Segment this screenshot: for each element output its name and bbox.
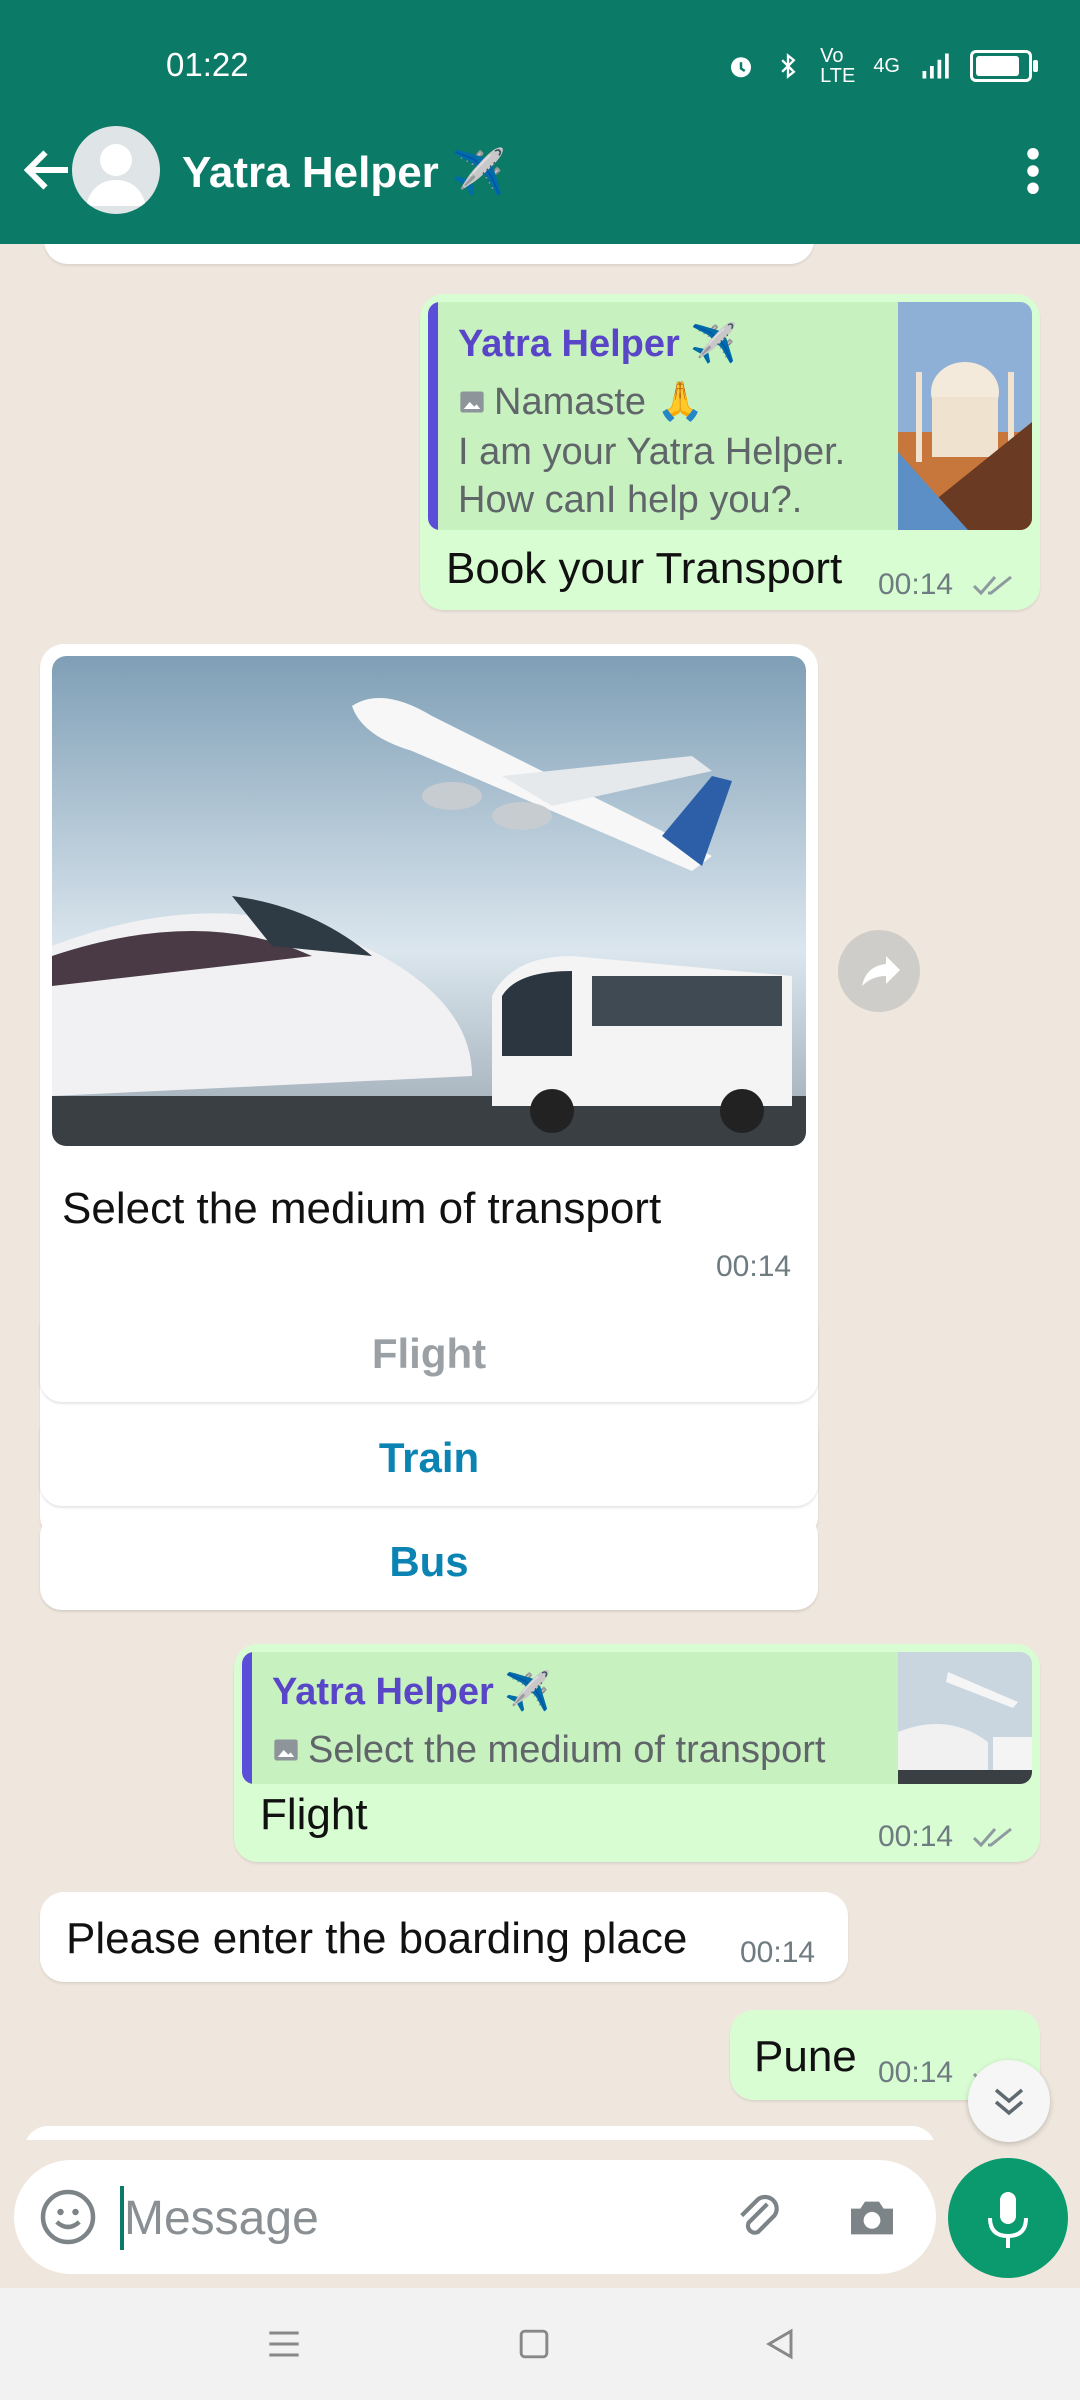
- camera-icon[interactable]: [844, 2190, 900, 2246]
- home-nav-icon[interactable]: [512, 2322, 556, 2366]
- message-text: Please enter the boarding place: [66, 1914, 688, 1963]
- back-nav-icon[interactable]: [758, 2322, 802, 2366]
- transport-thumbnail[interactable]: [898, 1652, 1032, 1784]
- quoted-message[interactable]: Yatra Helper ✈️ Select the medium of tra…: [242, 1652, 1032, 1784]
- double-check-icon: [972, 575, 1012, 596]
- chat-title[interactable]: Yatra Helper ✈️: [182, 146, 506, 198]
- quoted-sender: Yatra Helper ✈️: [458, 323, 738, 365]
- quoted-text: Select the medium of transport: [308, 1729, 826, 1771]
- attach-icon[interactable]: [730, 2190, 786, 2246]
- message-text: Pune: [754, 2032, 857, 2081]
- app-header: 01:22 Vo LTE 4G Yatra Helper ✈️: [0, 0, 1080, 244]
- more-vert-icon[interactable]: [1026, 148, 1040, 194]
- volte-icon: Vo LTE: [820, 45, 856, 87]
- message-composer: [14, 2160, 936, 2274]
- chat-area[interactable]: Yatra Helper ✈️ Namaste 🙏 I am your Yatr…: [0, 244, 1080, 2140]
- message-time: 00:14: [740, 1936, 816, 1969]
- forward-button[interactable]: [838, 930, 920, 1012]
- option-bus-button[interactable]: Bus: [40, 1514, 818, 1610]
- battery-level: [976, 56, 1019, 76]
- system-nav-bar: [0, 2288, 1080, 2400]
- arrow-left-icon[interactable]: [18, 140, 78, 200]
- quote-bar: [428, 302, 438, 530]
- menu-nav-icon[interactable]: [262, 2322, 306, 2366]
- outgoing-message[interactable]: Yatra Helper ✈️ Select the medium of tra…: [234, 1644, 1040, 1862]
- network-type: 4G: [873, 54, 900, 77]
- incoming-message[interactable]: Please enter the boarding place 00:14: [40, 1892, 848, 1982]
- bluetooth-icon: [781, 53, 796, 79]
- alarm-icon: [731, 57, 752, 78]
- taj-mahal-thumbnail[interactable]: [898, 302, 1032, 530]
- option-train-button[interactable]: Train: [40, 1410, 818, 1506]
- mic-icon: [988, 2192, 1028, 2248]
- next-message-bubble: [24, 2126, 936, 2140]
- incoming-image-message[interactable]: Select the medium of transport 00:14: [40, 644, 818, 1540]
- double-check-icon: [972, 1827, 1012, 1848]
- battery-icon: [970, 50, 1038, 82]
- status-time: 01:22: [166, 46, 249, 83]
- message-text: Book your Transport: [446, 544, 843, 593]
- status-icons: Vo LTE 4G: [726, 45, 1038, 87]
- emoji-icon[interactable]: [38, 2187, 98, 2247]
- quote-bar: [242, 1652, 252, 1784]
- image-caption: Select the medium of transport: [62, 1184, 662, 1233]
- quoted-text-line1: Namaste 🙏: [494, 381, 704, 423]
- quoted-message[interactable]: Yatra Helper ✈️ Namaste 🙏 I am your Yatr…: [428, 302, 1032, 530]
- image-icon: [274, 1739, 298, 1761]
- message-text: Flight: [260, 1790, 368, 1839]
- message-time: 00:14: [878, 1820, 954, 1853]
- previous-message-bubble: [44, 244, 814, 264]
- double-chevron-down-icon: [994, 2088, 1024, 2116]
- default-avatar-icon: [86, 144, 146, 206]
- message-time: 00:14: [716, 1250, 792, 1283]
- message-time: 00:14: [878, 568, 954, 601]
- message-input[interactable]: [122, 2182, 686, 2254]
- scroll-down-button[interactable]: [968, 2060, 1050, 2142]
- avatar[interactable]: [72, 126, 160, 214]
- option-flight-button[interactable]: Flight: [40, 1306, 818, 1402]
- signal-icon: [922, 53, 949, 79]
- quoted-sender: Yatra Helper ✈️: [272, 1671, 552, 1713]
- transport-image[interactable]: [52, 656, 806, 1146]
- voice-record-button[interactable]: [948, 2158, 1068, 2278]
- forward-icon: [862, 956, 900, 986]
- message-time: 00:14: [878, 2056, 954, 2089]
- quoted-text-line2: I am your Yatra Helper.: [458, 431, 846, 473]
- image-icon: [460, 391, 484, 413]
- quoted-text-line3: How canI help you?.: [458, 479, 803, 521]
- outgoing-message[interactable]: Yatra Helper ✈️ Namaste 🙏 I am your Yatr…: [420, 294, 1040, 610]
